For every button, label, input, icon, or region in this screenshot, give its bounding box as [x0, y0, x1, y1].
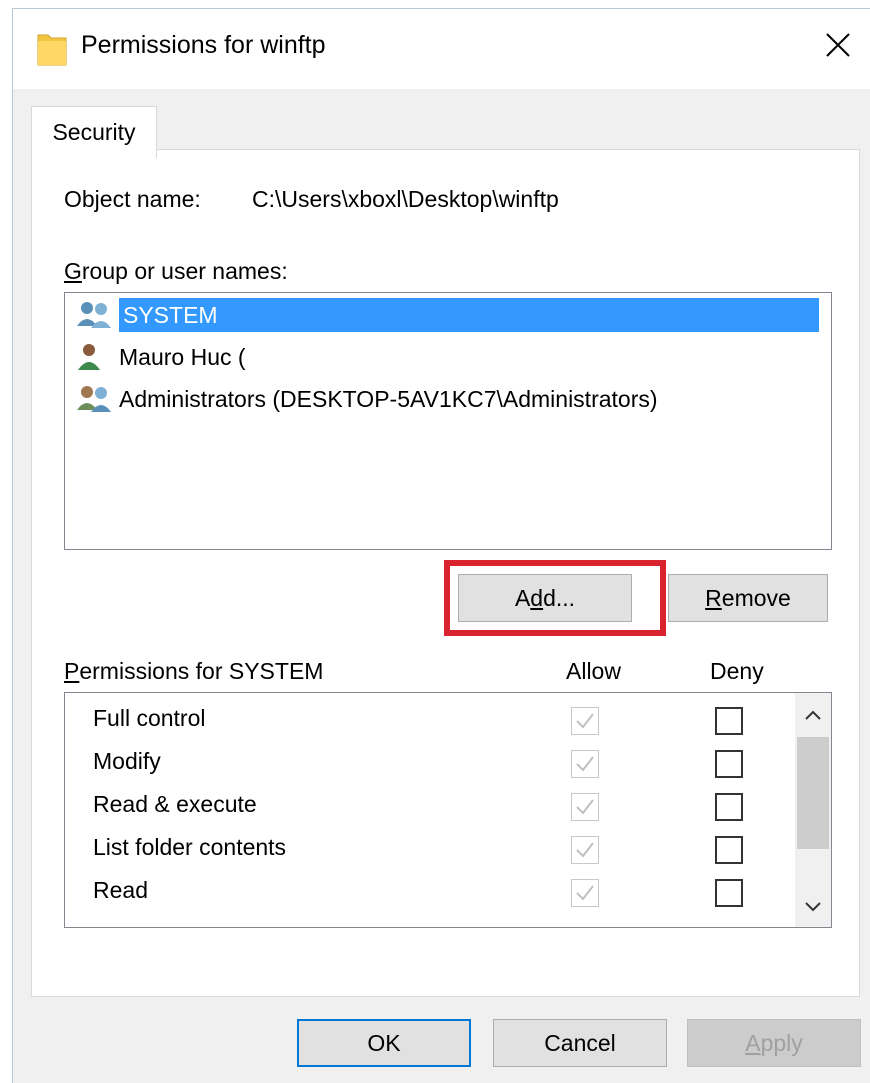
- checkmark-icon: [576, 713, 594, 729]
- security-panel: Object name: C:\Users\xboxl\Desktop\winf…: [31, 149, 860, 997]
- remove-button-label: Remove: [705, 584, 791, 611]
- allow-header: Allow: [566, 658, 621, 684]
- apply-button-label: Apply: [745, 1029, 803, 1056]
- deny-header: Deny: [710, 658, 764, 684]
- allow-checkbox[interactable]: [571, 707, 599, 735]
- group-users-icon: [77, 386, 111, 412]
- permission-name: List folder contents: [93, 834, 287, 860]
- scroll-thumb[interactable]: [797, 737, 829, 849]
- permission-row: Read & execute: [65, 787, 785, 831]
- list-item-system[interactable]: SYSTEM: [75, 297, 819, 333]
- ok-button-label: OK: [367, 1029, 401, 1056]
- object-name-label: Object name:: [64, 186, 201, 212]
- user-icon: [78, 344, 100, 370]
- checkmark-icon: [576, 885, 594, 901]
- permissions-list[interactable]: Full control Modify Read & execute List fol…: [64, 692, 832, 928]
- permission-row: List folder contents: [65, 830, 785, 874]
- deny-checkbox[interactable]: [715, 836, 743, 864]
- group-names-label: Group or user names:: [64, 258, 288, 284]
- list-item-label: Mauro Huc (: [119, 343, 246, 370]
- deny-checkbox[interactable]: [715, 879, 743, 907]
- allow-checkbox[interactable]: [571, 750, 599, 778]
- group-users-icon: [77, 302, 111, 328]
- allow-checkbox[interactable]: [571, 836, 599, 864]
- scrollbar[interactable]: [795, 693, 831, 927]
- permission-name: Modify: [93, 748, 161, 774]
- permission-row: Read: [65, 873, 785, 917]
- permissions-label: Permissions for SYSTEM: [64, 658, 324, 684]
- checkmark-icon: [576, 756, 594, 772]
- checkmark-icon: [576, 842, 594, 858]
- list-item-administrators[interactable]: Administrators (DESKTOP-5AV1KC7\Administ…: [75, 381, 658, 417]
- cancel-button[interactable]: Cancel: [493, 1019, 667, 1067]
- tab-label: Security: [52, 119, 136, 145]
- window-title: Permissions for winftp: [81, 31, 326, 59]
- permission-row: Modify: [65, 744, 785, 788]
- allow-checkbox[interactable]: [571, 879, 599, 907]
- remove-button[interactable]: Remove: [668, 574, 828, 622]
- list-item-label: Administrators (DESKTOP-5AV1KC7\Administ…: [119, 385, 658, 412]
- ok-button[interactable]: OK: [297, 1019, 471, 1067]
- permission-name: Read & execute: [93, 791, 257, 817]
- close-button[interactable]: [816, 25, 860, 65]
- permissions-dialog: Permissions for winftp Security Object n…: [12, 8, 870, 1083]
- object-name-value: C:\Users\xboxl\Desktop\winftp: [252, 186, 559, 212]
- list-item-mauro[interactable]: Mauro Huc (: [75, 339, 246, 375]
- chevron-down-icon: [805, 902, 821, 912]
- folder-icon: [37, 34, 67, 66]
- highlight-box: [444, 560, 666, 636]
- close-icon: [826, 33, 850, 57]
- cancel-button-label: Cancel: [544, 1029, 616, 1056]
- allow-checkbox[interactable]: [571, 793, 599, 821]
- group-user-list[interactable]: SYSTEM Mauro Huc ( Administrators (DESKT…: [64, 292, 832, 550]
- permission-name: Full control: [93, 705, 206, 731]
- scroll-down-button[interactable]: [795, 887, 831, 927]
- permission-name: Read: [93, 877, 148, 903]
- deny-checkbox[interactable]: [715, 793, 743, 821]
- apply-button[interactable]: Apply: [687, 1019, 861, 1067]
- tab-security[interactable]: Security: [31, 106, 157, 158]
- chevron-up-icon: [805, 710, 821, 720]
- list-item-label: SYSTEM: [119, 298, 819, 332]
- permission-row: Full control: [65, 701, 785, 745]
- deny-checkbox[interactable]: [715, 750, 743, 778]
- checkmark-icon: [576, 799, 594, 815]
- scroll-up-button[interactable]: [795, 695, 831, 735]
- title-bar: Permissions for winftp: [13, 9, 870, 89]
- deny-checkbox[interactable]: [715, 707, 743, 735]
